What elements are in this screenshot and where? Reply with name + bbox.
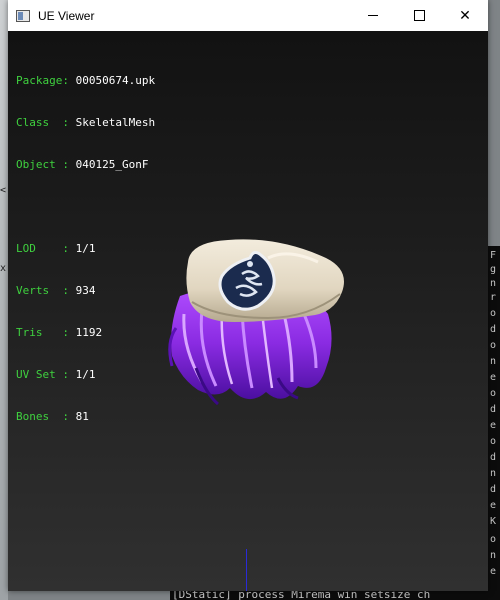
info-value: 040125_GonF xyxy=(75,158,149,171)
background-console: F g n r o d o n e o d e o d n d e K o n … xyxy=(488,246,500,600)
info-label: UV Set : xyxy=(16,368,69,381)
info-row-bones: Bones : 81 xyxy=(16,410,155,424)
info-value: SkeletalMesh xyxy=(75,116,156,129)
info-label: Bones : xyxy=(16,410,69,423)
minimize-button[interactable] xyxy=(350,0,396,31)
info-label: LOD : xyxy=(16,242,69,255)
background-cursor-mark: x xyxy=(0,263,7,274)
info-row-class: Class : SkeletalMesh xyxy=(16,116,155,130)
info-value: 1192 xyxy=(75,326,103,339)
close-icon: ✕ xyxy=(459,7,471,24)
minimize-icon xyxy=(368,15,378,16)
window-title: UE Viewer xyxy=(38,8,95,23)
info-spacer xyxy=(16,200,155,214)
mesh-info-overlay: Package: 00050674.upk Class : SkeletalMe… xyxy=(16,46,155,452)
background-window xyxy=(0,0,8,600)
info-row-lod: LOD : 1/1 xyxy=(16,242,155,256)
info-value: 1/1 xyxy=(75,242,96,255)
3d-viewport[interactable]: Package: 00050674.upk Class : SkeletalMe… xyxy=(8,31,488,591)
background-cursor-mark: < xyxy=(0,185,7,196)
info-row-object: Object : 040125_GonF xyxy=(16,158,155,172)
console-bottom-text: [DStatic] process Mirema win setsize ch xyxy=(172,590,431,600)
axis-indicator xyxy=(246,549,247,591)
info-label: Package: xyxy=(16,74,69,87)
info-value: 00050674.upk xyxy=(75,74,156,87)
ue-viewer-window: UE Viewer ✕ Package: 00050674.upk Class … xyxy=(8,0,488,591)
info-row-uvset: UV Set : 1/1 xyxy=(16,368,155,382)
info-label: Class : xyxy=(16,116,69,129)
title-bar[interactable]: UE Viewer ✕ xyxy=(8,0,488,31)
info-value: 1/1 xyxy=(75,368,96,381)
info-value: 934 xyxy=(75,284,96,297)
info-value: 81 xyxy=(75,410,89,423)
maximize-icon xyxy=(413,10,425,21)
maximize-button[interactable] xyxy=(396,0,442,31)
background-console-bottom: [DStatic] process Mirema win setsize ch xyxy=(170,590,500,600)
mesh-render[interactable] xyxy=(158,218,358,418)
info-label: Object : xyxy=(16,158,69,171)
close-button[interactable]: ✕ xyxy=(442,0,488,31)
info-row-verts: Verts : 934 xyxy=(16,284,155,298)
info-label: Tris : xyxy=(16,326,69,339)
app-window-icon xyxy=(16,9,30,22)
info-label: Verts : xyxy=(16,284,69,297)
info-row-tris: Tris : 1192 xyxy=(16,326,155,340)
info-row-package: Package: 00050674.upk xyxy=(16,74,155,88)
